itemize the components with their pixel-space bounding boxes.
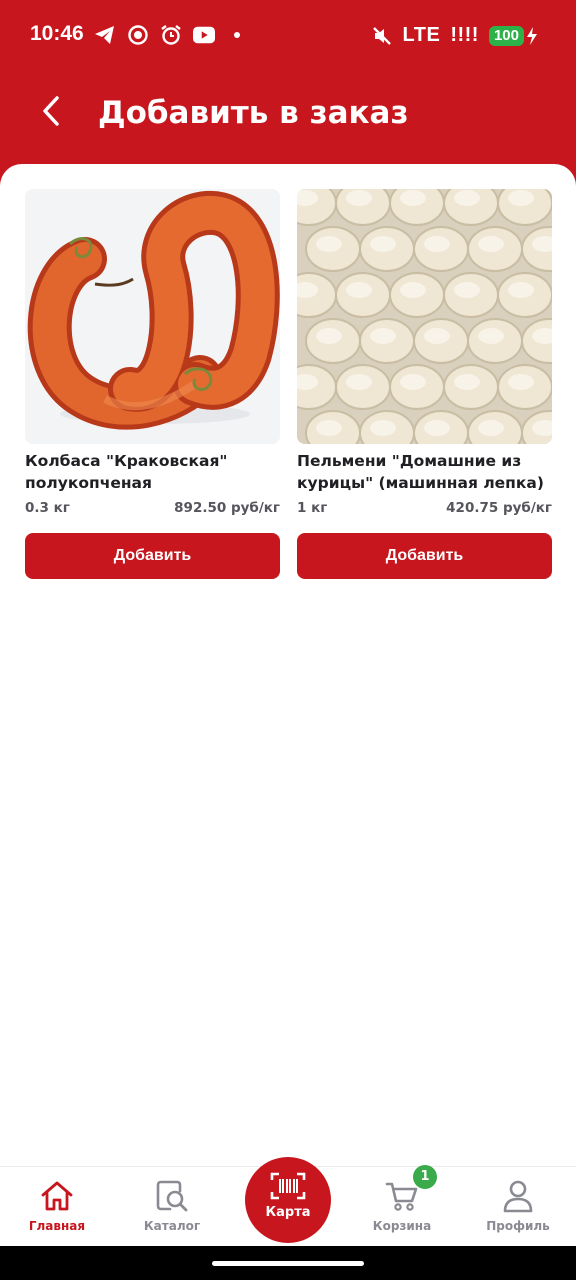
chevron-left-icon [40, 96, 62, 130]
network-type: LTE [402, 24, 441, 46]
youtube-icon [193, 24, 215, 46]
profile-icon [499, 1177, 537, 1215]
product-price: 892.50 руб/кг [174, 500, 280, 516]
product-weight: 1 кг [297, 500, 328, 516]
sausage-image [25, 189, 280, 444]
page-title: Добавить в заказ [98, 95, 409, 131]
home-icon [38, 1177, 76, 1215]
nav-profile-label: Профиль [486, 1219, 550, 1233]
product-price: 420.75 руб/кг [446, 500, 552, 516]
nav-profile[interactable]: Профиль [468, 1177, 568, 1233]
product-name: Колбаса "Краковская" полукопченая [25, 452, 228, 492]
nav-home-label: Главная [28, 1219, 86, 1233]
gesture-area [0, 1246, 576, 1280]
add-button[interactable]: Добавить [25, 533, 280, 579]
telegram-icon [94, 24, 116, 46]
alarm-icon [160, 24, 182, 46]
app-header: Добавить в заказ [0, 72, 576, 164]
nav-card-label: Карта [265, 1205, 311, 1220]
status-notification-icons [94, 24, 248, 46]
product-card[interactable]: Пельмени "Домашние из курицы" (машинная … [297, 189, 552, 579]
nav-cart[interactable]: 1 Корзина [352, 1165, 452, 1233]
signal-strength: !!!! [450, 24, 479, 46]
nav-card[interactable]: Карта [245, 1157, 331, 1243]
barcode-icon [270, 1171, 306, 1201]
mute-icon [371, 25, 393, 47]
battery-level: 100 [488, 25, 524, 46]
status-time: 10:46 [30, 22, 84, 45]
status-system-icons: LTE !!!! 100 [371, 24, 538, 47]
nav-home[interactable]: Главная [7, 1177, 107, 1233]
product-weight: 0.3 кг [25, 500, 70, 516]
cart-icon: 1 [383, 1165, 437, 1215]
charging-icon [526, 25, 538, 47]
back-button[interactable] [30, 92, 72, 134]
product-meta: 0.3 кг 892.50 руб/кг [25, 500, 280, 516]
dumplings-image [297, 189, 552, 444]
nav-catalog[interactable]: Каталог [122, 1177, 222, 1233]
catalog-search-icon [153, 1177, 191, 1215]
product-name: Пельмени "Домашние из курицы" (машинная … [297, 452, 544, 492]
home-gesture-handle[interactable] [212, 1261, 364, 1266]
product-list: Колбаса "Краковская" полукопченая 0.3 кг… [0, 164, 576, 1166]
status-bar: 10:46 LTE !!!! 100 [0, 0, 576, 72]
product-card[interactable]: Колбаса "Краковская" полукопченая 0.3 кг… [25, 189, 280, 579]
nav-cart-label: Корзина [372, 1219, 432, 1233]
nav-catalog-label: Каталог [143, 1219, 201, 1233]
screen: 10:46 LTE !!!! 100 Добавить в заказ Колб… [0, 0, 576, 1280]
cart-count-badge: 1 [413, 1165, 437, 1189]
record-icon [127, 24, 149, 46]
dot-icon [226, 24, 248, 46]
bottom-nav: Главная Каталог Карта 1 Корзина Профиль [0, 1157, 576, 1246]
product-meta: 1 кг 420.75 руб/кг [297, 500, 552, 516]
add-button[interactable]: Добавить [297, 533, 552, 579]
